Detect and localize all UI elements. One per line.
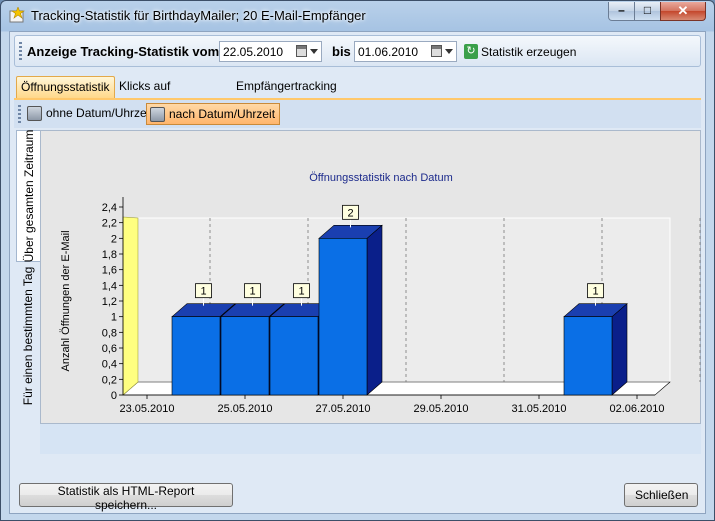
tracking-statistics-window: Tracking-Statistik für BirthdayMailer; 2… (0, 0, 715, 521)
chart-x-tick-label: 27.05.2010 (315, 403, 370, 415)
by-date-button[interactable]: nach Datum/Uhrzeit (146, 103, 281, 125)
chart-bar-side (366, 224, 383, 396)
chart-y-tick-label: 0,6 (102, 343, 117, 355)
chart-bar (318, 224, 383, 396)
dropdown-arrow-icon[interactable] (445, 49, 453, 54)
chart-bar-front (318, 238, 368, 396)
chart-y-tick-label: 0,4 (102, 359, 117, 371)
chart-data-label: 1 (298, 286, 304, 298)
to-date-picker[interactable]: 01.06.2010 (354, 41, 457, 62)
toolbar-grip[interactable] (18, 105, 21, 125)
without-date-button[interactable]: ohne Datum/Uhrzeit (24, 103, 157, 125)
chart-x-tick-label: 25.05.2010 (217, 403, 272, 415)
chart-data-label: 2 (347, 207, 353, 219)
maximize-icon: □ (643, 3, 652, 17)
chart-data-label: 1 (249, 286, 255, 298)
from-date-value: 22.05.2010 (223, 45, 284, 59)
chart-y-axis-label: Anzahl Öffnungen der E-Mail (60, 230, 72, 371)
to-date-value: 01.06.2010 (358, 45, 419, 59)
chart-icon (27, 106, 42, 121)
minimize-button[interactable]: – (608, 2, 635, 21)
close-window-button[interactable]: ✕ (660, 2, 706, 21)
chart-bar-front (171, 316, 221, 396)
chart-y-tick-label: 2,2 (102, 218, 117, 230)
app-star-icon (9, 7, 25, 23)
by-date-label: nach Datum/Uhrzeit (169, 107, 276, 121)
tab-hyperlink-clicks[interactable]: Klicks auf Hyperlinks (115, 76, 179, 113)
chart-y-tick-label: 2 (111, 233, 117, 245)
minimize-icon: – (618, 3, 625, 17)
window-title: Tracking-Statistik für BirthdayMailer; 2… (31, 8, 366, 23)
chart-bar-front (220, 316, 270, 396)
title-bar[interactable]: Tracking-Statistik für BirthdayMailer; 2… (1, 1, 714, 31)
from-date-picker[interactable]: 22.05.2010 (219, 41, 322, 62)
generate-statistics-button[interactable]: ↻ Statistik erzeugen (463, 42, 576, 62)
chart-panel: Öffnungsstatistik nach Datum 0 0,2 0,4 0,6 0,… (40, 130, 701, 424)
chart-x-tick-label: 23.05.2010 (119, 403, 174, 415)
side-tabs: Über gesamten Zeitraum Für einen bestimm… (16, 130, 40, 420)
tab-entire-period[interactable]: Über gesamten Zeitraum (16, 130, 40, 262)
refresh-icon: ↻ (464, 44, 478, 59)
tab-specific-day-label: Für einen bestimmten Tag (21, 266, 35, 406)
chart-bar-front (563, 316, 613, 396)
dropdown-arrow-icon[interactable] (310, 49, 318, 54)
view-mode-bar: ohne Datum/Uhrzeit nach Datum/Uhrzeit (14, 98, 701, 128)
chart-x-tick-label: 02.06.2010 (609, 403, 664, 415)
chart-x-tick-label: 31.05.2010 (511, 403, 566, 415)
tab-specific-day[interactable]: Für einen bestimmten Tag (16, 262, 40, 410)
close-icon: ✕ (677, 3, 689, 18)
chart-x-tick-label: 29.05.2010 (413, 403, 468, 415)
client-area: Anzeige Tracking-Statistik vom: 22.05.20… (9, 31, 706, 514)
chart-bottom-strip (40, 424, 701, 454)
calendar-icon[interactable] (296, 45, 307, 57)
tab-recipient-tracking[interactable]: Empfängertracking (232, 76, 341, 98)
close-button[interactable]: Schließen (624, 483, 698, 507)
without-date-label: ohne Datum/Uhrzeit (46, 106, 153, 120)
chart-title: Öffnungsstatistik nach Datum (309, 172, 452, 184)
tab-open-statistics[interactable]: Öffnungsstatistik (16, 76, 115, 98)
calendar-icon[interactable] (431, 45, 442, 57)
chart-data-label: 1 (200, 286, 206, 298)
chart-side-wall (122, 216, 139, 396)
chart-y-tick-label: 1,2 (102, 296, 117, 308)
date-filter-toolbar: Anzeige Tracking-Statistik vom: 22.05.20… (14, 35, 701, 67)
to-label: bis (332, 44, 351, 59)
save-html-report-button[interactable]: Statistik als HTML-Report speichern... (19, 483, 233, 512)
generate-statistics-label: Statistik erzeugen (481, 45, 577, 59)
chart-icon (150, 107, 165, 122)
chart-bar (563, 303, 628, 396)
chart-y-tick-label: 0,8 (102, 327, 117, 339)
chart-y-tick-label: 1,4 (102, 280, 117, 292)
open-statistics-chart: Öffnungsstatistik nach Datum 0 0,2 0,4 0,6 0,… (60, 172, 701, 415)
maximize-button[interactable]: □ (634, 2, 661, 21)
chart-y-tick-label: 1,8 (102, 249, 117, 261)
date-range-label: Anzeige Tracking-Statistik vom: (27, 44, 224, 59)
tab-entire-period-label: Über gesamten Zeitraum (21, 129, 36, 263)
chart-bar-side (611, 303, 628, 396)
chart-bar-front (269, 316, 319, 396)
chart-y-tick-label: 2,4 (102, 202, 117, 214)
chart-y-tick-label: 1,6 (102, 265, 117, 277)
toolbar-grip[interactable] (19, 42, 22, 62)
chart-y-tick-label: 0,2 (102, 374, 117, 386)
chart-y-tick-label: 0 (111, 390, 117, 402)
chart-y-tick-label: 1 (111, 312, 117, 324)
chart-data-label: 1 (592, 286, 598, 298)
